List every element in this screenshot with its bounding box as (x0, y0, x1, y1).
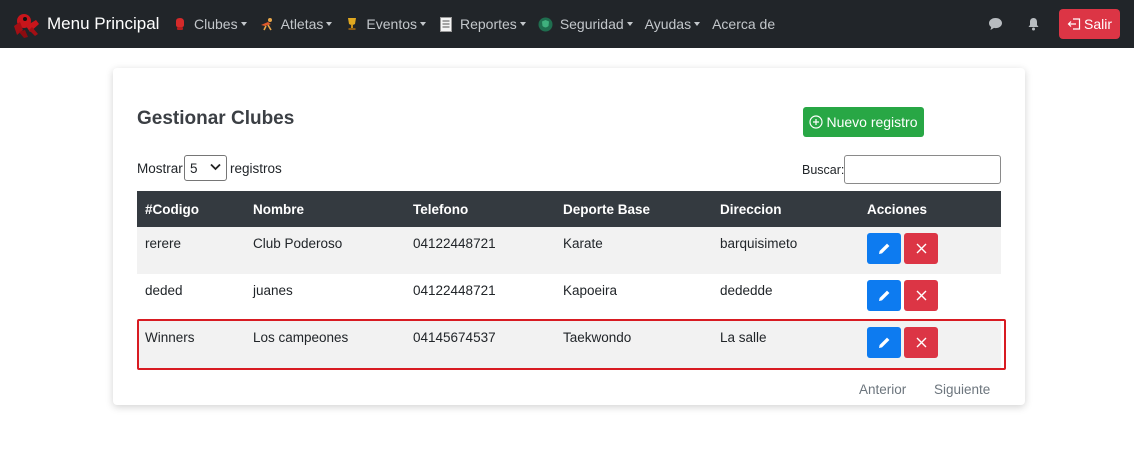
chevron-down-icon (326, 22, 333, 26)
brand-title: Menu Principal (47, 14, 160, 33)
cell-telefono: 04122448721 (413, 236, 496, 251)
edit-button[interactable] (867, 327, 901, 358)
cell-deporte: Kapoeira (563, 283, 618, 298)
cell-nombre: Los campeones (253, 330, 349, 345)
column-header-direccion[interactable]: Direccion (720, 202, 782, 217)
cell-telefono: 04145674537 (413, 330, 496, 345)
nav-item-eventos[interactable]: Eventos (344, 16, 426, 32)
delete-button[interactable] (904, 280, 938, 311)
cell-codigo: Winners (145, 330, 195, 345)
close-icon (916, 337, 926, 348)
nav-menu: Clubes Atletas Eventos Reportes Segurida… (172, 0, 787, 48)
chevron-down-icon (210, 163, 221, 171)
table-row: deded juanes 04122448721 Kapoeira dededd… (137, 274, 1001, 321)
column-header-deporte[interactable]: Deporte Base (563, 202, 650, 217)
table-row: Winners Los campeones 04145674537 Taekwo… (137, 321, 1001, 368)
nav-item-reportes[interactable]: Reportes (438, 16, 526, 32)
pencil-icon (878, 243, 889, 254)
fighter-logo-icon (10, 8, 42, 40)
nav-item-label: Atletas (280, 16, 324, 32)
page-length-select[interactable]: 5 (184, 155, 227, 181)
logout-icon (1067, 18, 1081, 30)
nav-item-clubes[interactable]: Clubes (172, 16, 247, 32)
chevron-down-icon (519, 22, 526, 26)
delete-button[interactable] (904, 327, 938, 358)
cell-codigo: deded (145, 283, 183, 298)
chevron-down-icon (240, 22, 247, 26)
logout-button[interactable]: Salir (1059, 9, 1120, 39)
new-record-label: Nuevo registro (826, 114, 918, 130)
column-header-acciones: Acciones (867, 202, 928, 217)
table-row: rerere Club Poderoso 04122448721 Karate … (137, 227, 1001, 274)
column-header-nombre[interactable]: Nombre (253, 202, 304, 217)
chevron-down-icon (420, 22, 426, 26)
delete-button[interactable] (904, 233, 938, 264)
nav-item-label: Seguridad (559, 16, 624, 32)
shield-icon (538, 16, 554, 32)
nav-item-seguridad[interactable]: Seguridad (538, 16, 633, 32)
cell-direccion: La salle (720, 330, 767, 345)
close-icon (916, 243, 926, 254)
records-label: registros (230, 161, 282, 176)
page-title: Gestionar Clubes (137, 108, 295, 129)
trophy-icon (344, 16, 360, 32)
pencil-icon (878, 290, 889, 301)
cell-codigo: rerere (145, 236, 182, 251)
search-label: Buscar: (802, 163, 845, 177)
nav-item-atletas[interactable]: Atletas (259, 16, 333, 32)
nav-item-label: Reportes (460, 16, 517, 32)
pencil-icon (878, 337, 889, 348)
pagination-next[interactable]: Siguiente (934, 382, 990, 397)
edit-button[interactable] (867, 233, 901, 264)
chevron-down-icon (694, 22, 701, 26)
show-label: Mostrar (137, 161, 183, 176)
cell-direccion: barquisimeto (720, 236, 798, 251)
nav-item-label: Acerca de (712, 16, 776, 32)
fighter-icon (259, 16, 275, 32)
cell-direccion: dededde (720, 283, 773, 298)
cell-telefono: 04122448721 (413, 283, 496, 298)
column-header-codigo[interactable]: #Codigo (145, 202, 199, 217)
nav-item-ayudas[interactable]: Ayudas (644, 16, 701, 32)
nav-item-label: Ayudas (644, 16, 692, 32)
cell-nombre: juanes (253, 283, 293, 298)
chevron-down-icon (626, 22, 633, 26)
close-icon (916, 290, 926, 301)
table-header: #Codigo Nombre Telefono Deporte Base Dir… (137, 191, 1001, 227)
search-input[interactable] (844, 155, 1001, 184)
new-record-button[interactable]: Nuevo registro (803, 107, 924, 137)
cell-nombre: Club Poderoso (253, 236, 343, 251)
nav-item-acerca[interactable]: Acerca de (712, 16, 775, 32)
page-length-value: 5 (190, 160, 198, 176)
clubs-card: Gestionar Clubes Nuevo registro Mostrar … (113, 68, 1025, 405)
top-navbar: Menu Principal Clubes Atletas Eventos Re… (0, 0, 1134, 48)
bell-icon[interactable] (1025, 16, 1041, 32)
logout-label: Salir (1083, 16, 1112, 32)
report-icon (438, 16, 454, 32)
plus-circle-icon (809, 115, 824, 129)
nav-item-label: Eventos (366, 16, 417, 32)
brand[interactable]: Menu Principal (10, 8, 159, 40)
column-header-telefono[interactable]: Telefono (413, 202, 468, 217)
pagination-previous[interactable]: Anterior (859, 382, 906, 397)
boxing-glove-icon (172, 16, 188, 32)
cell-deporte: Karate (563, 236, 603, 251)
edit-button[interactable] (867, 280, 901, 311)
chat-icon[interactable] (987, 16, 1003, 32)
cell-deporte: Taekwondo (563, 330, 632, 345)
nav-item-label: Clubes (194, 16, 238, 32)
